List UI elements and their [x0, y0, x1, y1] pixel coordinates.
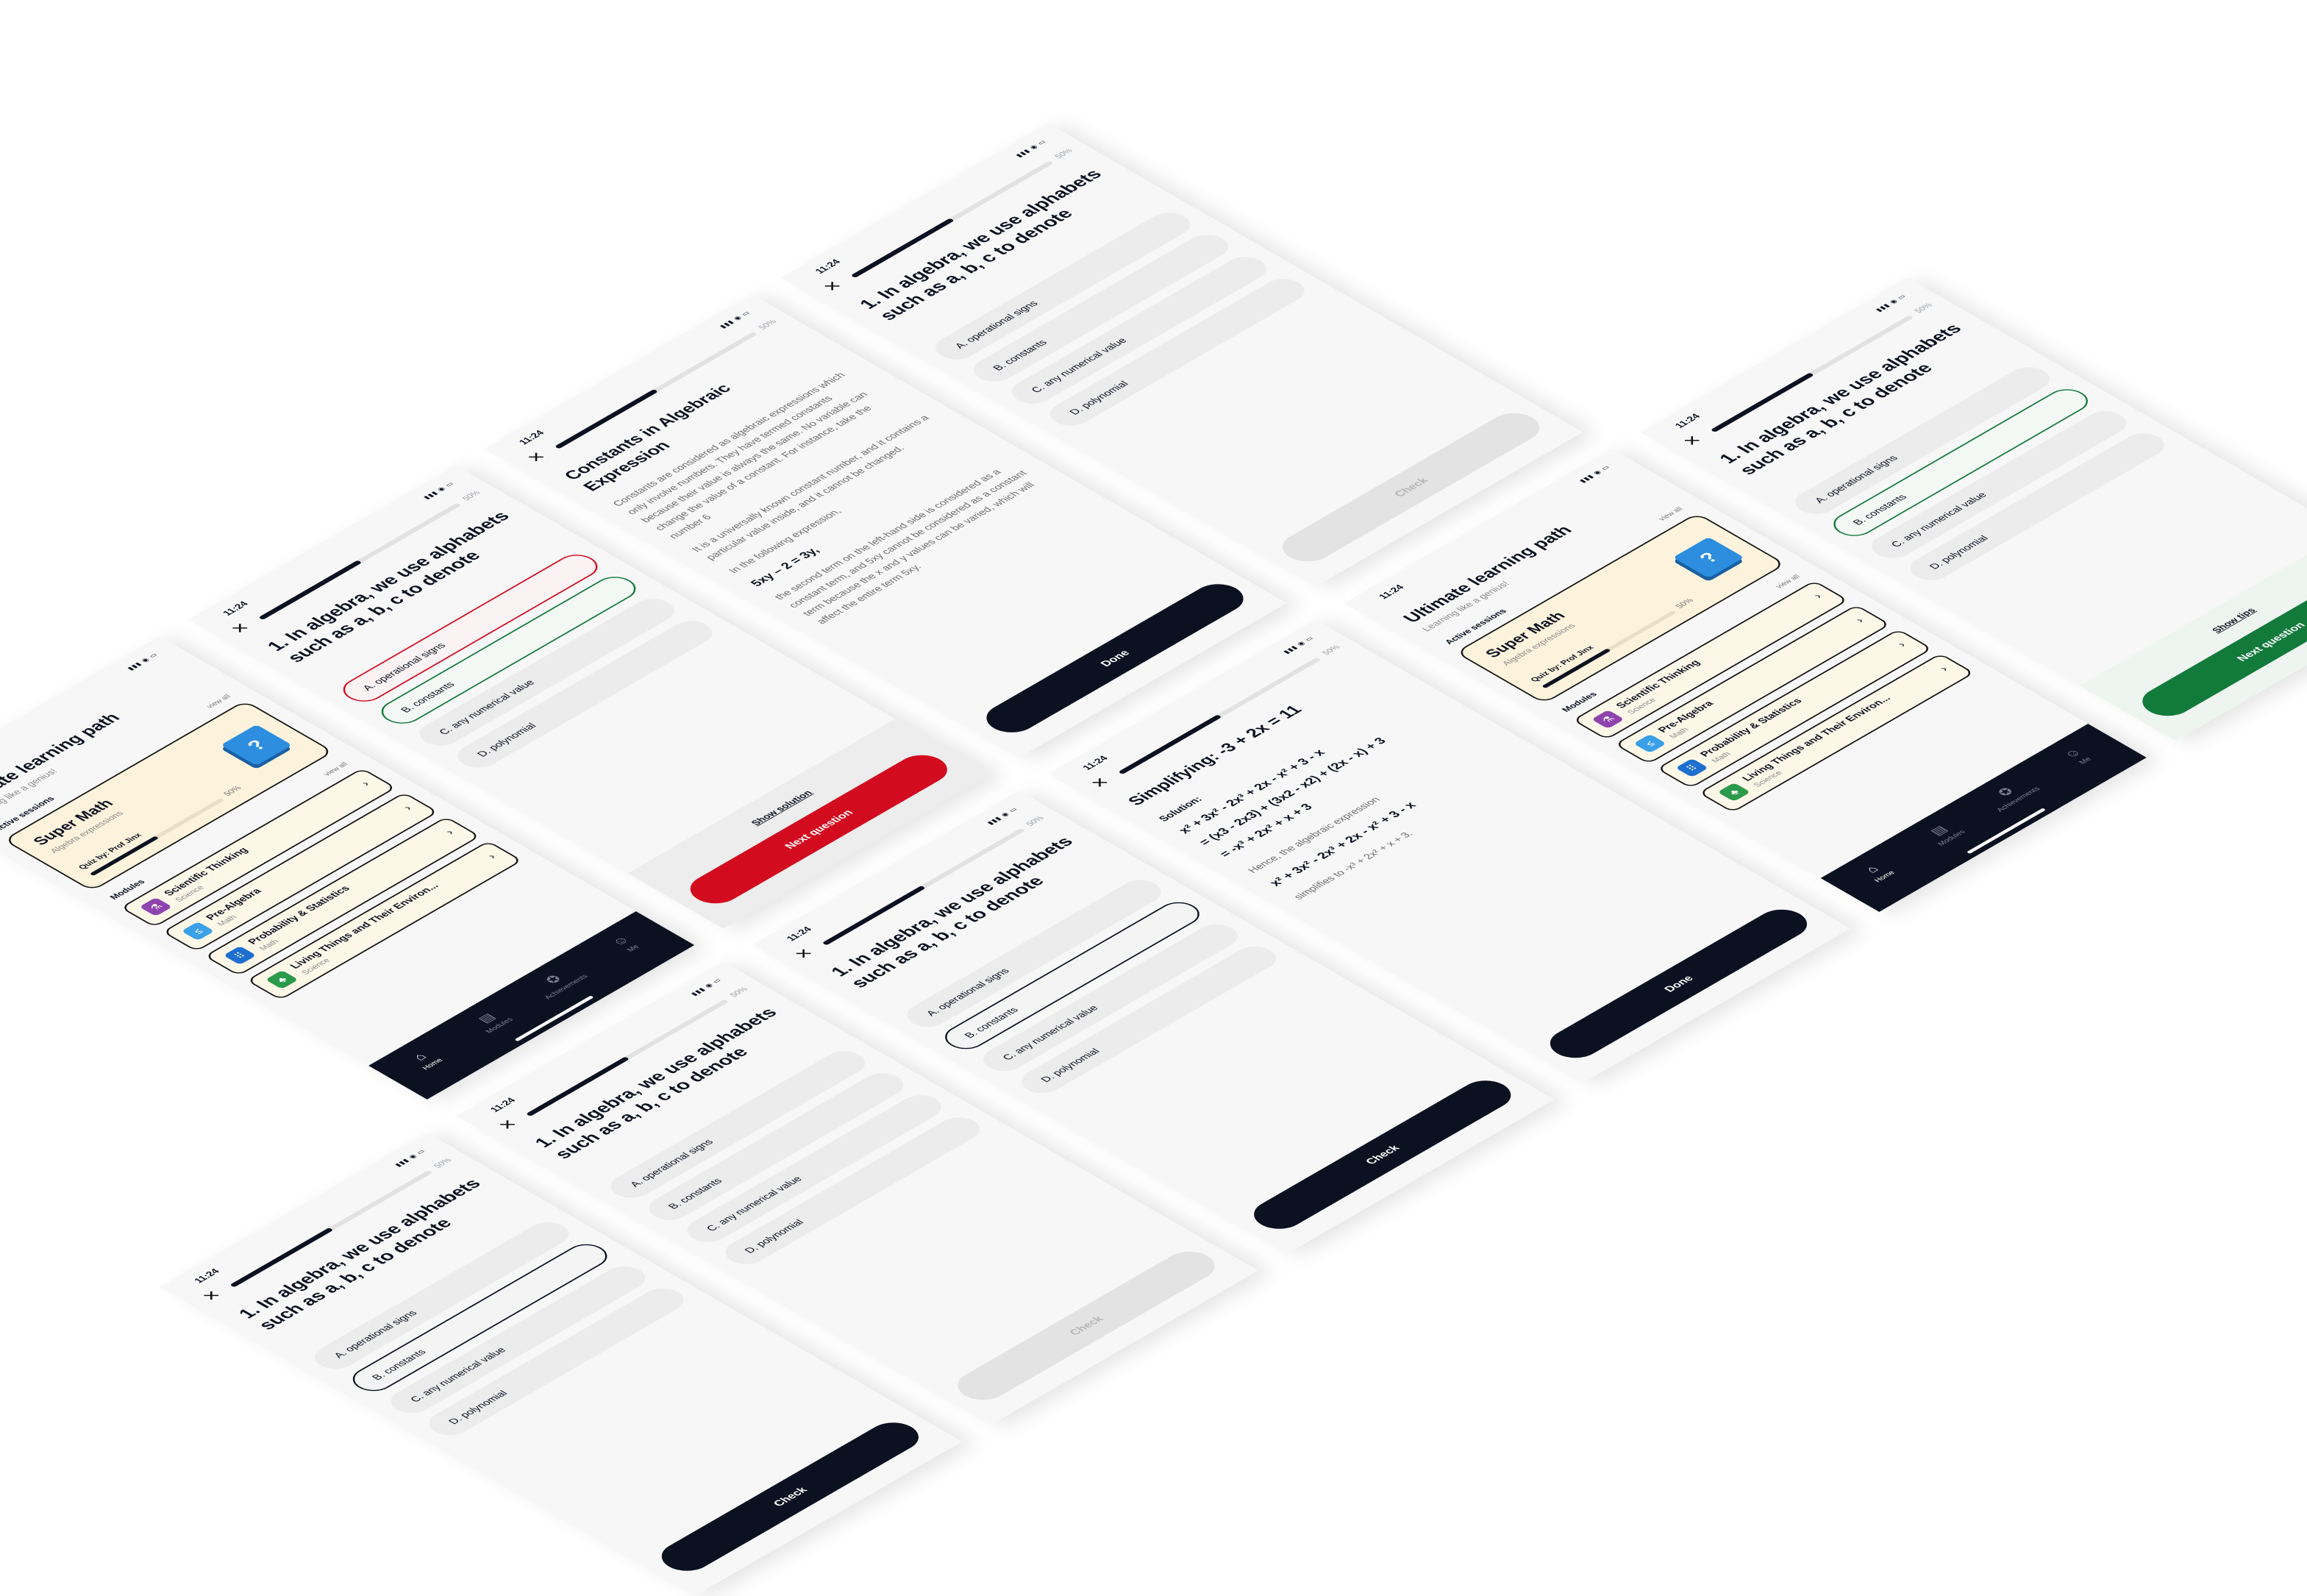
system-icons: ▮▮▮ ◉ ▭	[689, 977, 724, 997]
close-icon[interactable]: ✕	[227, 620, 254, 636]
book-icon: ▤	[1927, 824, 1951, 838]
dice-icon: ⠿	[1675, 758, 1709, 777]
status-time: 11:24	[220, 599, 251, 617]
status-time: 11:24	[1376, 583, 1407, 601]
chevron-right-icon: ›	[485, 852, 499, 861]
system-icons: ▮▮▮ ◉ ▭	[718, 310, 752, 329]
quiz-progress-label: 50%	[728, 986, 750, 999]
compare-icon: ≤	[1633, 734, 1667, 753]
quiz-progress-label: 50%	[432, 1157, 454, 1170]
quiz-progress-label: 50%	[1053, 147, 1075, 160]
system-icons: ▮▮▮ ◉ ▭	[1281, 635, 1316, 655]
system-icons: ▮▮▮ ◉ ▭	[125, 652, 160, 671]
plant-icon: ♣	[265, 970, 299, 989]
book-icon: ?	[1672, 537, 1744, 578]
card-progress-label: 50%	[1674, 597, 1696, 610]
chevron-right-icon: ›	[358, 780, 374, 788]
close-icon[interactable]: ✕	[1678, 432, 1706, 449]
system-icons: ▮▮▮ ◉ ▭	[393, 1148, 427, 1168]
dice-icon: ⠿	[223, 946, 257, 965]
view-all-modules-link[interactable]: view all	[322, 761, 350, 777]
status-time: 11:24	[191, 1267, 222, 1285]
status-time: 11:24	[516, 428, 547, 446]
book-icon: ?	[221, 724, 293, 766]
done-button[interactable]: Done	[1539, 903, 1818, 1064]
status-time: 11:24	[1672, 412, 1702, 430]
tab-label: Me	[625, 944, 642, 953]
chevron-right-icon: ›	[1894, 641, 1909, 649]
quiz-progress-label: 50%	[1024, 815, 1046, 828]
system-icons: ▮▮▮ ◉ ▭	[985, 806, 1020, 826]
close-icon[interactable]: ✕	[494, 1116, 522, 1133]
quiz-progress-label: 50%	[1913, 302, 1935, 315]
home-icon: ⌂	[1861, 863, 1882, 875]
close-icon[interactable]: ✕	[790, 946, 818, 962]
profile-icon: ☺	[607, 933, 633, 948]
close-icon[interactable]: ✕	[523, 449, 551, 466]
flask-icon: ⚗	[139, 897, 173, 916]
close-icon[interactable]: ✕	[198, 1288, 226, 1304]
quiz-progress-label: 50%	[460, 489, 483, 502]
status-time: 11:24	[812, 257, 843, 275]
tab-label: Me	[2078, 756, 2094, 766]
solution-body: Solution: x² + 3x² - 2x³ + 2x - x² + 3 -…	[1154, 681, 1546, 908]
status-time: 11:24	[1080, 754, 1110, 772]
system-icons: ▮▮▮ ◉ ▭	[1014, 138, 1049, 159]
check-button[interactable]: Check	[947, 1245, 1225, 1406]
chevron-right-icon: ›	[443, 828, 457, 837]
plant-icon: ♣	[1717, 783, 1751, 802]
system-icons: ▮▮▮ ◉ ▭	[421, 480, 456, 501]
view-all-modules-link[interactable]: view all	[1775, 574, 1803, 590]
chevron-right-icon: ›	[1936, 665, 1952, 674]
profile-icon: ☺	[2060, 746, 2085, 760]
check-button[interactable]: Check	[651, 1417, 930, 1577]
quiz-progress-label: 50%	[1320, 644, 1343, 657]
next-question-button[interactable]: Next question	[2132, 561, 2307, 722]
bottom-tab-bar: ⌂ Home ▤ Modules ✪ Achievements ☺ Me	[1820, 724, 2147, 912]
view-all-link[interactable]: view all	[1657, 506, 1685, 522]
system-icons: ▮▮▮ ◉ ▭	[1577, 464, 1612, 484]
chevron-right-icon: ›	[1853, 616, 1867, 625]
flask-icon: ⚗	[1591, 710, 1625, 729]
system-icons: ▮▮▮ ◉ ▭	[1874, 293, 1908, 313]
chevron-right-icon: ›	[1811, 592, 1825, 601]
quiz-progress-label: 50%	[757, 318, 779, 332]
view-all-link[interactable]: view all	[205, 694, 233, 710]
feedback-panel: Show tips Next question	[2080, 531, 2307, 741]
close-icon[interactable]: ✕	[1086, 774, 1114, 791]
chevron-right-icon: ›	[400, 804, 416, 813]
check-button[interactable]: Check	[1243, 1075, 1522, 1235]
card-progress-label: 50%	[221, 785, 244, 798]
status-time: 11:24	[488, 1096, 518, 1114]
status-time: 11:24	[783, 925, 814, 943]
book-icon: ▤	[474, 1011, 499, 1025]
home-icon: ⌂	[410, 1051, 430, 1063]
close-icon[interactable]: ✕	[819, 278, 846, 294]
compare-icon: ≤	[181, 922, 215, 941]
